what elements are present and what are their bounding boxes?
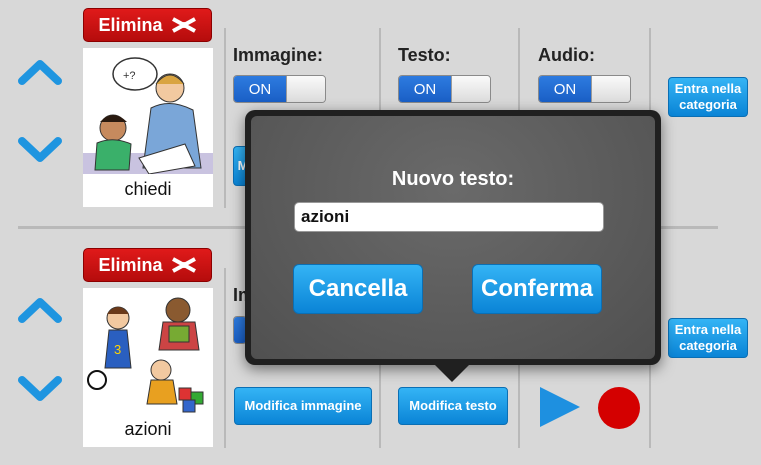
item-card: Elimina +? chiedi xyxy=(83,8,213,207)
move-up-icon[interactable] xyxy=(17,58,63,86)
move-up-icon[interactable] xyxy=(17,296,63,324)
dialog-body: Nuovo testo: azioni Cancella Conferma xyxy=(251,116,655,359)
item-caption: chiedi xyxy=(83,174,213,207)
confirm-button[interactable]: Conferma xyxy=(472,264,602,314)
toggle-knob xyxy=(286,76,325,102)
column-divider xyxy=(224,28,226,208)
enter-category-button[interactable]: Entra nella categoria xyxy=(668,318,748,358)
toggle-on-label: ON xyxy=(234,76,286,102)
edit-image-button[interactable]: Modifica immagine xyxy=(234,387,372,425)
delete-label: Elimina xyxy=(98,254,163,275)
play-icon[interactable] xyxy=(538,385,582,429)
move-down-icon[interactable] xyxy=(17,136,63,164)
enter-category-button[interactable]: Entra nella categoria xyxy=(668,77,748,117)
delete-button[interactable]: Elimina xyxy=(83,248,212,282)
new-text-dialog: Nuovo testo: azioni Cancella Conferma xyxy=(245,110,661,365)
edit-text-button[interactable]: Modifica testo xyxy=(398,387,508,425)
cancel-button[interactable]: Cancella xyxy=(293,264,423,314)
item-picture: 3 xyxy=(83,288,213,414)
image-column-label: Immagine: xyxy=(233,45,324,65)
image-toggle[interactable]: ON xyxy=(233,75,326,103)
delete-label: Elimina xyxy=(98,14,163,35)
item-picture: +? xyxy=(83,48,213,174)
toggle-on-label: ON xyxy=(399,76,451,102)
cross-icon xyxy=(171,17,197,33)
svg-text:+?: +? xyxy=(123,70,136,82)
dialog-title: Nuovo testo: xyxy=(391,168,515,190)
audio-toggle[interactable]: ON xyxy=(538,75,631,103)
item-card: Elimina 3 azioni xyxy=(83,248,213,447)
record-icon[interactable] xyxy=(598,387,640,429)
toggle-knob xyxy=(451,76,490,102)
delete-button[interactable]: Elimina xyxy=(83,8,212,42)
svg-text:3: 3 xyxy=(114,342,121,357)
column-divider xyxy=(224,268,226,448)
cross-icon xyxy=(171,257,197,273)
item-caption: azioni xyxy=(83,414,213,447)
text-column-label: Testo: xyxy=(398,45,451,65)
toggle-on-label: ON xyxy=(539,76,591,102)
audio-column-label: Audio: xyxy=(538,45,595,65)
new-text-input[interactable]: azioni xyxy=(294,202,604,232)
dialog-pointer xyxy=(434,364,470,382)
text-toggle[interactable]: ON xyxy=(398,75,491,103)
move-down-icon[interactable] xyxy=(17,375,63,403)
toggle-knob xyxy=(591,76,630,102)
